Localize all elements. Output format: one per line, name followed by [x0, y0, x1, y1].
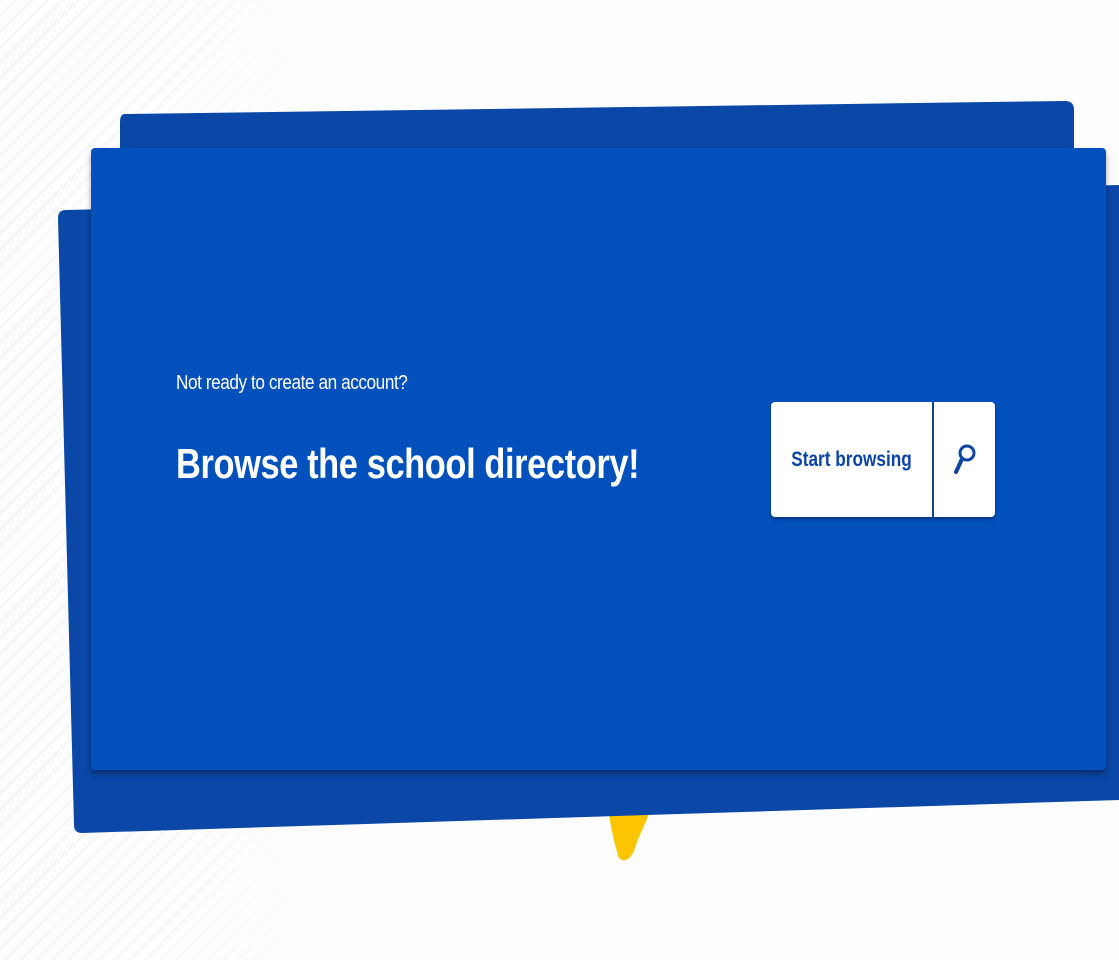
search-icon: [953, 444, 975, 474]
search-icon-cell[interactable]: [934, 402, 995, 517]
start-browsing-button[interactable]: Start browsing: [771, 402, 995, 517]
start-browsing-label-cell[interactable]: Start browsing: [771, 402, 932, 517]
headline: Browse the school directory!: [176, 440, 640, 487]
page: Not ready to create an account? Browse t…: [0, 0, 1119, 960]
start-browsing-label: Start browsing: [791, 447, 912, 471]
account-prompt-text: Not ready to create an account?: [176, 372, 408, 394]
